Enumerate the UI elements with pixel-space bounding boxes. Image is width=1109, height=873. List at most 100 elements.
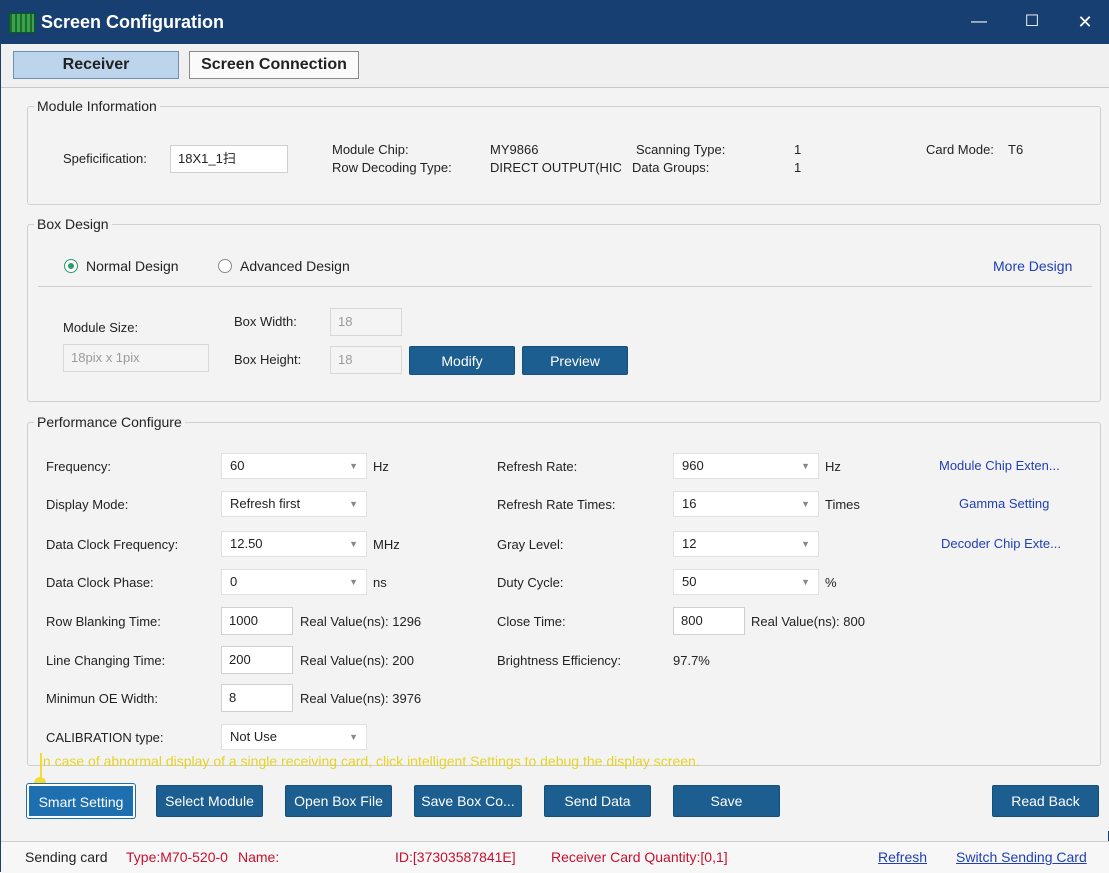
- dropdown-arrow-icon: ▼: [801, 577, 810, 587]
- normal-design-label[interactable]: Normal Design: [86, 258, 179, 274]
- decoder-chip-extension-link[interactable]: Decoder Chip Exte...: [941, 536, 1061, 551]
- screen-configuration-window: Screen Configuration — ☐ ✕ Receiver Scre…: [0, 0, 1109, 873]
- min-oe-real-value: Real Value(ns): 3976: [300, 691, 422, 706]
- send-data-button[interactable]: Send Data: [544, 785, 651, 817]
- line-changing-time-input[interactable]: 200: [221, 646, 293, 674]
- data-clock-frequency-unit: MHz: [373, 537, 400, 552]
- save-box-config-button[interactable]: Save Box Co...: [414, 785, 522, 817]
- title-bar[interactable]: Screen Configuration — ☐ ✕: [1, 1, 1109, 44]
- gray-level-select[interactable]: 12 ▼: [673, 531, 819, 557]
- row-blanking-time-label: Row Blanking Time:: [46, 614, 161, 629]
- performance-configure-legend: Performance Configure: [37, 414, 182, 430]
- tab-bar: Receiver Screen Connection: [1, 44, 1109, 87]
- specification-label: Speficification:: [63, 151, 147, 166]
- box-design-legend: Box Design: [37, 216, 109, 232]
- data-clock-frequency-select[interactable]: 12.50 ▼: [221, 531, 367, 557]
- advanced-design-label[interactable]: Advanced Design: [240, 258, 350, 274]
- box-design-divider: [38, 286, 1092, 287]
- data-clock-phase-value: 0: [230, 574, 238, 589]
- dropdown-arrow-icon: ▼: [801, 539, 810, 549]
- read-back-button[interactable]: Read Back: [992, 785, 1099, 817]
- dropdown-arrow-icon: ▼: [349, 732, 358, 742]
- calibration-type-value: Not Use: [230, 729, 277, 744]
- minimize-button[interactable]: —: [959, 7, 999, 37]
- sending-card-name: Name:: [238, 849, 280, 865]
- dropdown-arrow-icon: ▼: [349, 539, 358, 549]
- close-time-input[interactable]: 800: [673, 607, 745, 635]
- close-button[interactable]: ✕: [1065, 7, 1105, 37]
- min-oe-width-input[interactable]: 8: [221, 684, 293, 712]
- row-decoding-label: Row Decoding Type:: [332, 160, 452, 175]
- dropdown-arrow-icon: ▼: [349, 461, 358, 471]
- dropdown-arrow-icon: ▼: [801, 461, 810, 471]
- smart-setting-tip: In case of abnormal display of a single …: [39, 753, 700, 769]
- duty-cycle-unit: %: [825, 575, 837, 590]
- advanced-design-radio[interactable]: [218, 259, 232, 273]
- modify-button[interactable]: Modify: [409, 346, 515, 375]
- duty-cycle-select[interactable]: 50 ▼: [673, 569, 819, 595]
- box-width-field[interactable]: 18: [330, 308, 402, 336]
- refresh-link[interactable]: Refresh: [878, 849, 927, 865]
- gray-level-label: Gray Level:: [497, 537, 564, 552]
- refresh-rate-times-value: 16: [682, 496, 697, 511]
- display-mode-value: Refresh first: [230, 496, 301, 511]
- status-bar: Sending card Type:M70-520-0 Name: ID:[37…: [1, 841, 1109, 873]
- dropdown-arrow-icon: ▼: [349, 577, 358, 587]
- scanning-type-label: Scanning Type:: [636, 142, 726, 157]
- specification-field[interactable]: 18X1_1扫: [170, 145, 288, 173]
- box-height-field[interactable]: 18: [330, 346, 402, 374]
- dropdown-arrow-icon: ▼: [801, 499, 810, 509]
- module-information-group: Module Information Speficification: 18X1…: [27, 98, 1101, 205]
- tab-screen-connection[interactable]: Screen Connection: [189, 51, 359, 79]
- refresh-rate-times-unit: Times: [825, 497, 860, 512]
- data-clock-frequency-value: 12.50: [230, 536, 263, 551]
- select-module-button[interactable]: Select Module: [156, 785, 263, 817]
- module-chip-label: Module Chip:: [332, 142, 409, 157]
- performance-configure-group: Performance Configure Frequency: 60 ▼ Hz …: [27, 414, 1101, 766]
- more-design-link[interactable]: More Design: [993, 258, 1072, 274]
- window-title: Screen Configuration: [41, 12, 225, 32]
- brightness-efficiency-label: Brightness Efficiency:: [497, 653, 622, 668]
- sending-card-type: Type:M70-520-0: [126, 849, 228, 865]
- refresh-rate-select[interactable]: 960 ▼: [673, 453, 819, 479]
- module-chip-value: MY9866: [490, 142, 539, 157]
- gray-level-value: 12: [682, 536, 697, 551]
- module-size-field[interactable]: 18pix x 1pix: [63, 344, 209, 372]
- module-information-legend: Module Information: [37, 98, 157, 114]
- line-changing-real-value: Real Value(ns): 200: [300, 653, 414, 668]
- card-mode-label: Card Mode:: [926, 142, 994, 157]
- duty-cycle-label: Duty Cycle:: [497, 575, 564, 590]
- min-oe-width-label: Minimun OE Width:: [46, 691, 158, 706]
- gamma-setting-link[interactable]: Gamma Setting: [959, 496, 1049, 511]
- row-blanking-real-value: Real Value(ns): 1296: [300, 614, 422, 629]
- box-height-label: Box Height:: [234, 352, 302, 367]
- data-clock-phase-select[interactable]: 0 ▼: [221, 569, 367, 595]
- data-groups-value: 1: [794, 160, 802, 175]
- duty-cycle-value: 50: [682, 574, 697, 589]
- maximize-button[interactable]: ☐: [1012, 7, 1052, 37]
- frequency-select[interactable]: 60 ▼: [221, 453, 367, 479]
- open-box-file-button[interactable]: Open Box File: [285, 785, 392, 817]
- receiver-panel: Module Information Speficification: 18X1…: [1, 87, 1109, 831]
- box-design-group: Box Design Normal Design Advanced Design…: [27, 216, 1101, 402]
- row-blanking-time-input[interactable]: 1000: [221, 607, 293, 635]
- data-clock-phase-label: Data Clock Phase:: [46, 575, 154, 590]
- module-chip-extension-link[interactable]: Module Chip Exten...: [939, 458, 1060, 473]
- frequency-unit: Hz: [373, 459, 389, 474]
- normal-design-radio[interactable]: [64, 259, 78, 273]
- display-mode-select[interactable]: Refresh first ▼: [221, 491, 367, 517]
- tab-receiver[interactable]: Receiver: [13, 51, 179, 79]
- refresh-rate-times-select[interactable]: 16 ▼: [673, 491, 819, 517]
- card-mode-value: T6: [1008, 142, 1024, 157]
- smart-setting-button[interactable]: Smart Setting: [27, 784, 135, 818]
- preview-button[interactable]: Preview: [522, 346, 628, 375]
- dropdown-arrow-icon: ▼: [349, 499, 358, 509]
- row-decoding-value: DIRECT OUTPUT(HIC: [490, 160, 622, 175]
- switch-sending-card-link[interactable]: Switch Sending Card: [956, 849, 1087, 865]
- calibration-type-label: CALIBRATION type:: [46, 730, 164, 745]
- save-button[interactable]: Save: [673, 785, 780, 817]
- box-width-label: Box Width:: [234, 314, 297, 329]
- sending-card-label: Sending card: [25, 849, 108, 865]
- display-mode-label: Display Mode:: [46, 497, 129, 512]
- calibration-type-select[interactable]: Not Use ▼: [221, 724, 367, 750]
